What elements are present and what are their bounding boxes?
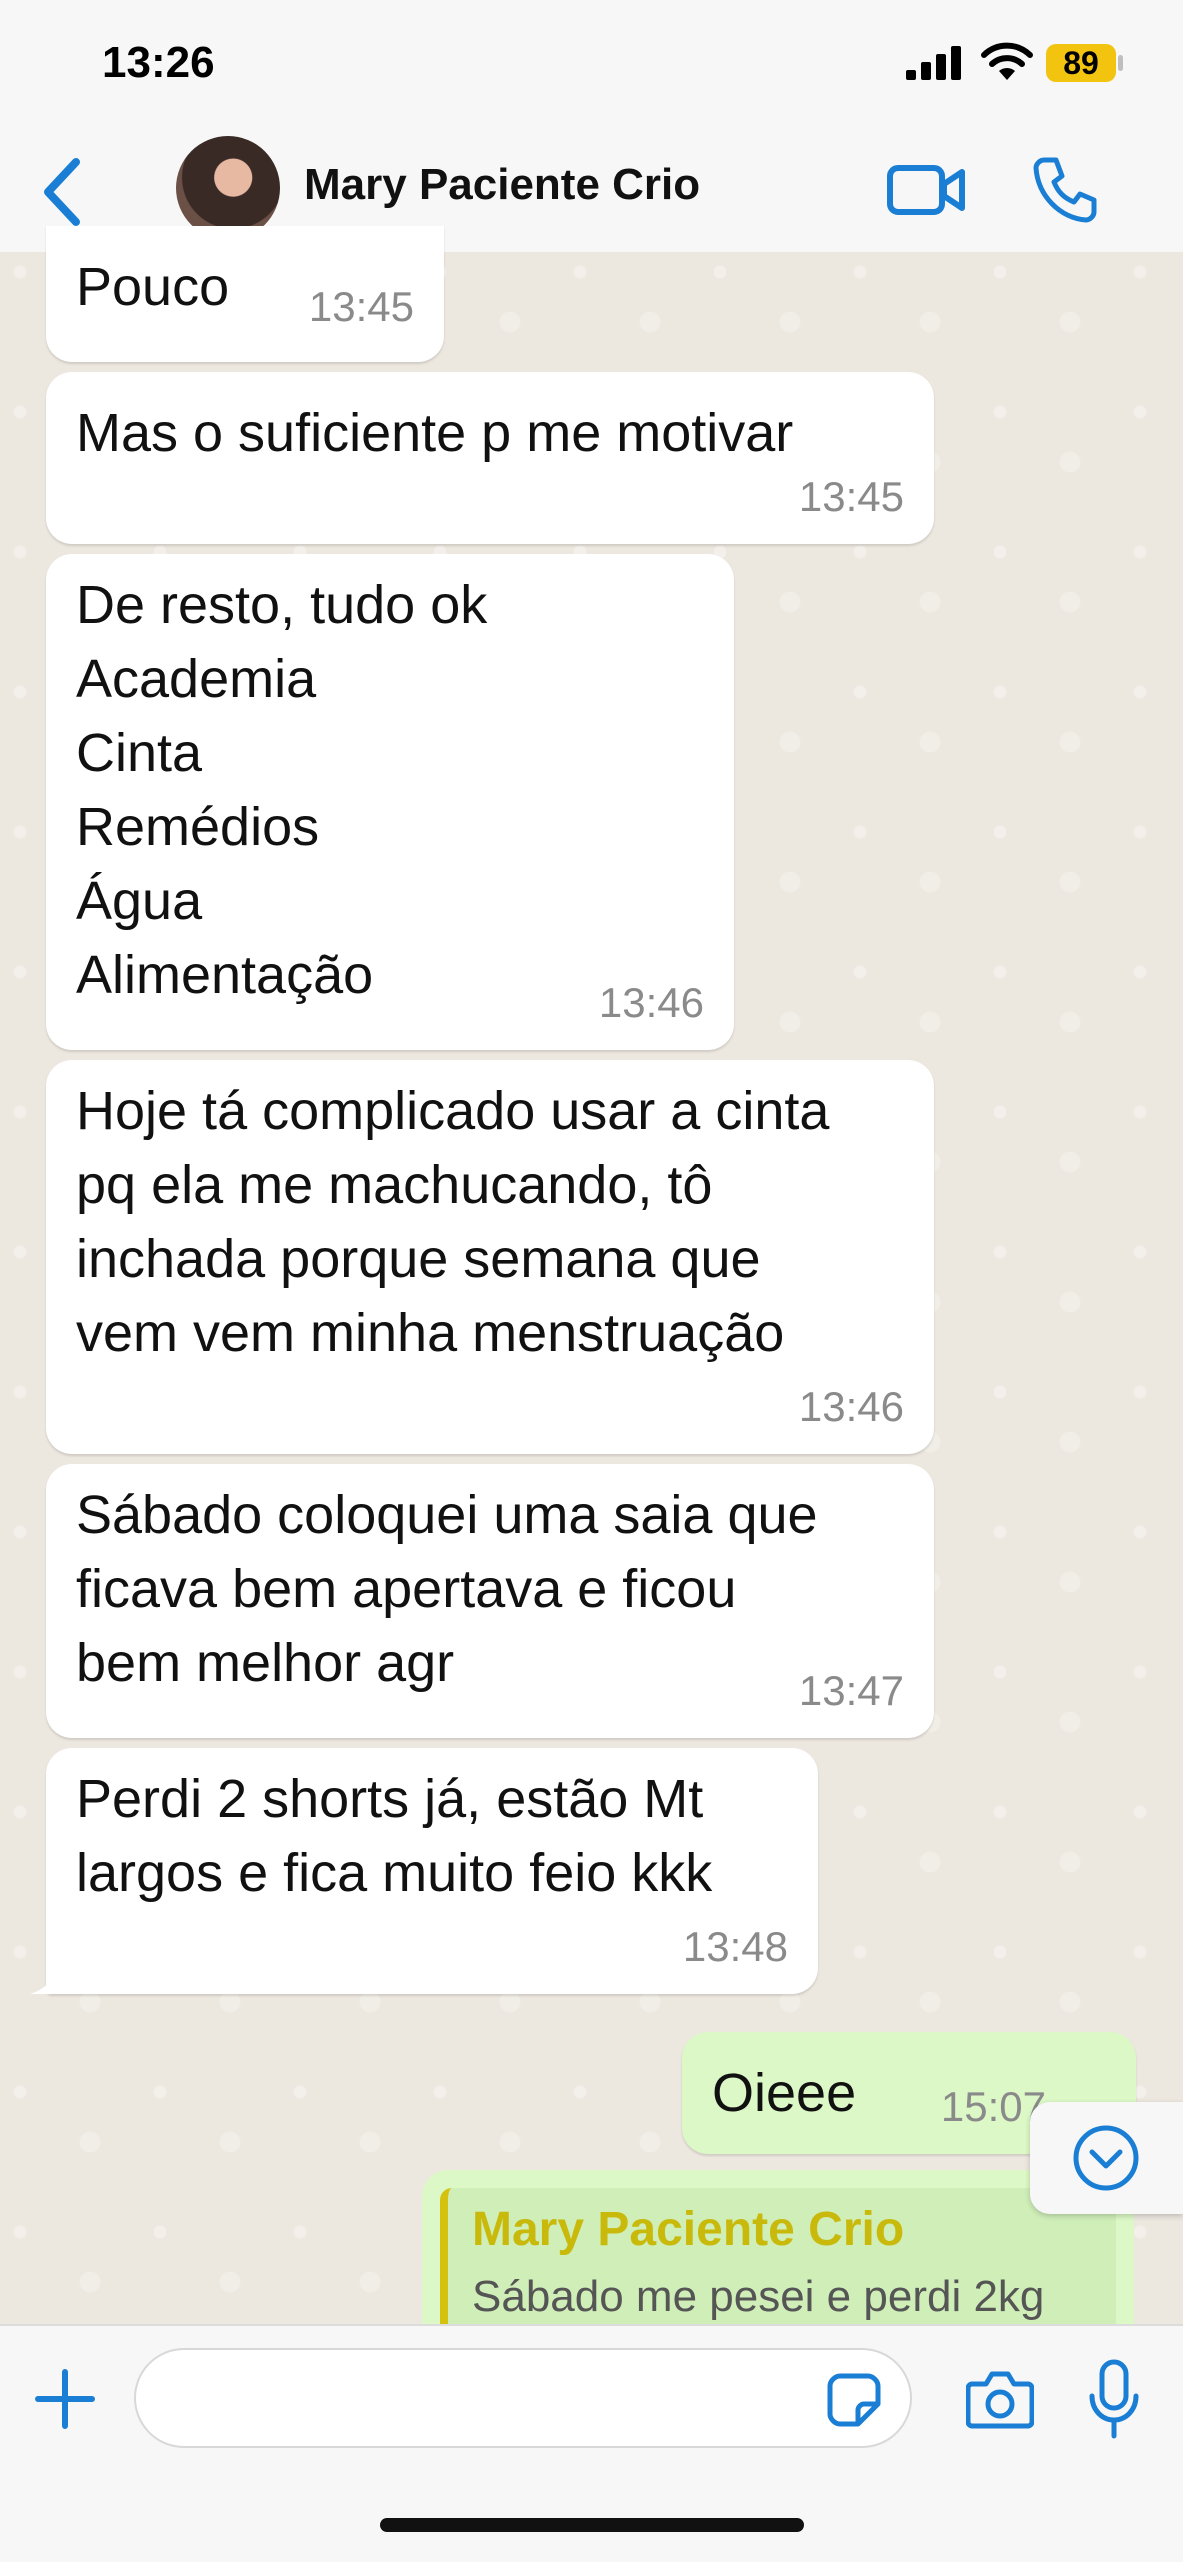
scroll-to-bottom-button[interactable]: [1030, 2102, 1183, 2214]
message-bubble[interactable]: Hoje tá complicado usar a cinta pq ela m…: [46, 1060, 934, 1454]
message-bubble[interactable]: De resto, tudo ok Academia Cinta Remédio…: [46, 554, 734, 1050]
message-time: 13:48: [682, 1923, 788, 1970]
message-text: Mas o suficiente p me motivar: [76, 403, 794, 463]
back-chevron-icon[interactable]: [34, 152, 94, 232]
camera-icon[interactable]: [966, 2368, 1034, 2430]
message-text: De resto, tudo ok Academia Cinta Remédio…: [76, 575, 488, 1005]
message-bubble[interactable]: Pouco 13:45: [46, 226, 444, 362]
contact-name[interactable]: Mary Paciente Crio: [304, 160, 700, 210]
quoted-text: Sábado me pesei e perdi 2kg: [472, 2272, 1045, 2321]
bubble-tail: [30, 1966, 70, 1994]
status-bar: 13:26 89: [0, 0, 1183, 130]
message-text: Perdi 2 shorts já, estão Mt largos e fic…: [76, 1769, 713, 1903]
message-time: 13:45: [798, 473, 904, 520]
battery-level: 89: [1046, 44, 1116, 82]
message-time: 13:46: [598, 979, 704, 1026]
video-call-icon[interactable]: [886, 160, 966, 220]
cellular-signal-icon: [906, 46, 961, 80]
message-time: 13:47: [798, 1667, 904, 1714]
sticker-icon[interactable]: [826, 2372, 882, 2428]
microphone-icon[interactable]: [1086, 2358, 1142, 2440]
message-composer: [0, 2324, 1183, 2562]
message-text: Sábado coloquei uma saia que ficava bem …: [76, 1485, 818, 1693]
wifi-icon: [981, 42, 1033, 80]
battery-tip: [1118, 55, 1123, 71]
message-time: 13:46: [798, 1383, 904, 1430]
status-time: 13:26: [102, 38, 215, 87]
message-bubble[interactable]: Mas o suficiente p me motivar 13:45: [46, 372, 934, 544]
plus-icon[interactable]: [34, 2368, 96, 2430]
quoted-sender-name: Mary Paciente Crio: [472, 2203, 905, 2256]
chevron-down-icon: [1073, 2125, 1139, 2191]
phone-call-icon[interactable]: [1030, 154, 1100, 224]
contact-avatar[interactable]: [176, 136, 280, 240]
message-text: Hoje tá complicado usar a cinta pq ela m…: [76, 1081, 830, 1363]
message-bubble[interactable]: Perdi 2 shorts já, estão Mt largos e fic…: [46, 1748, 818, 1994]
home-indicator[interactable]: [380, 2518, 804, 2532]
message-text: Pouco: [76, 257, 230, 317]
message-input[interactable]: [134, 2348, 912, 2448]
message-time: 13:45: [308, 283, 414, 330]
message-bubble[interactable]: Sábado coloquei uma saia que ficava bem …: [46, 1464, 934, 1738]
